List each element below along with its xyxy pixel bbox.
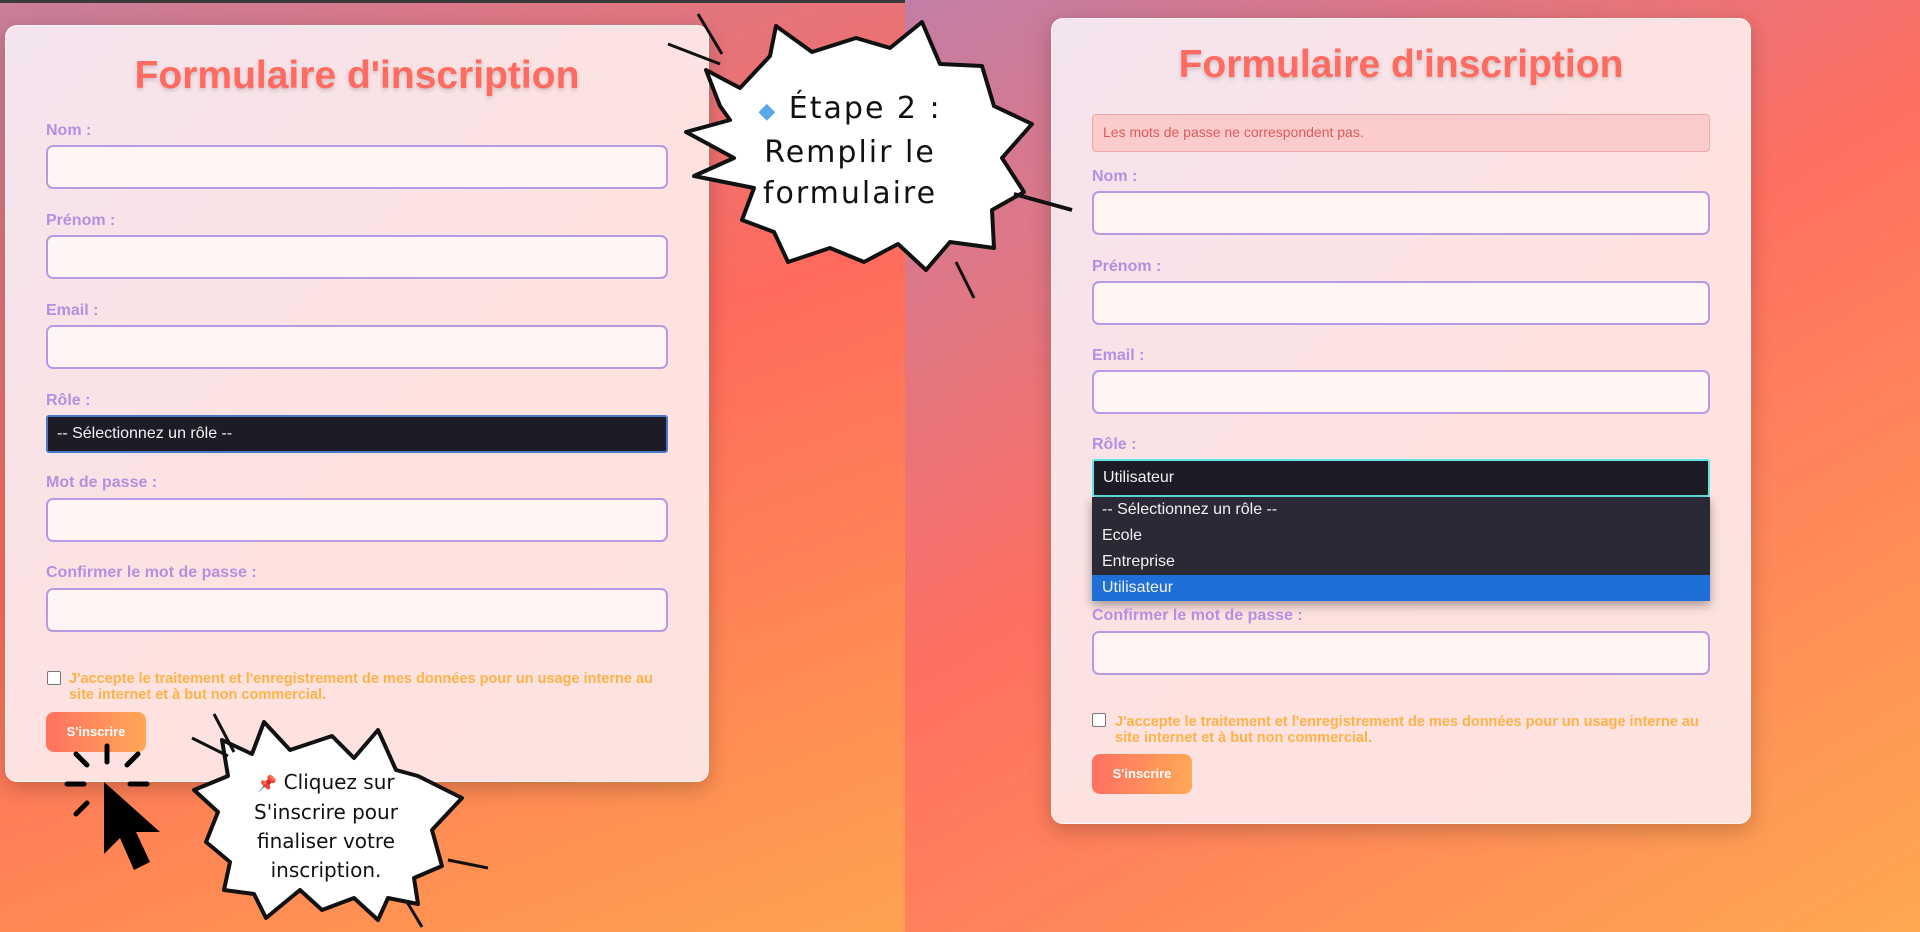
click-cursor-icon bbox=[64, 743, 160, 870]
consent-text: J'accepte le traitement et l'enregistrem… bbox=[69, 671, 653, 703]
password-label: Mot de passe : bbox=[46, 474, 158, 491]
confirm-password-input[interactable] bbox=[46, 588, 668, 632]
password-mismatch-error: Les mots de passe ne correspondent pas. bbox=[1092, 114, 1710, 152]
pin-icon: 📌 bbox=[257, 774, 278, 793]
registration-form-card: Formulaire d'inscription Nom : Prénom : … bbox=[5, 25, 709, 782]
nom-label: Nom : bbox=[46, 122, 92, 139]
step2-line2: Remplir le bbox=[764, 135, 936, 170]
submit-hint-line2: S'inscrire pour bbox=[254, 800, 398, 824]
confirm-password-label: Confirmer le mot de passe : bbox=[46, 564, 257, 581]
submit-hint-line1: Cliquez sur bbox=[283, 770, 395, 794]
submit-hint-line4: inscription. bbox=[270, 858, 382, 882]
prenom-input[interactable] bbox=[46, 235, 668, 279]
prenom-label: Prénom : bbox=[1092, 258, 1162, 275]
role-select[interactable]: -- Sélectionnez un rôle -- bbox=[46, 415, 668, 453]
role-option-ecole[interactable]: Ecole bbox=[1092, 523, 1710, 549]
role-option-placeholder[interactable]: -- Sélectionnez un rôle -- bbox=[1092, 497, 1710, 523]
nom-input[interactable] bbox=[1092, 191, 1710, 235]
nom-label: Nom : bbox=[1092, 168, 1138, 185]
form-title: Formulaire d'inscription bbox=[1178, 43, 1624, 86]
step2-callout: ◆ Étape 2 : Remplir le formulaire bbox=[740, 88, 960, 214]
confirm-password-input[interactable] bbox=[1092, 631, 1710, 675]
consent-text: J'accepte le traitement et l'enregistrem… bbox=[1115, 714, 1699, 746]
role-select[interactable]: Utilisateur bbox=[1092, 459, 1710, 497]
password-input[interactable] bbox=[46, 498, 668, 542]
step2-line3: formulaire bbox=[762, 176, 938, 211]
email-input[interactable] bbox=[1092, 370, 1710, 414]
role-label: Rôle : bbox=[1092, 436, 1137, 453]
registration-form-card: Formulaire d'inscription Les mots de pas… bbox=[1051, 18, 1751, 824]
email-label: Email : bbox=[46, 302, 99, 319]
submit-hint-callout: 📌 Cliquez sur S'inscrire pour finaliser … bbox=[226, 768, 426, 885]
step2-line1: Étape 2 : bbox=[788, 91, 942, 126]
prenom-label: Prénom : bbox=[46, 212, 116, 229]
role-dropdown-list: -- Sélectionnez un rôle -- Ecole Entrepr… bbox=[1092, 497, 1710, 601]
confirm-password-label: Confirmer le mot de passe : bbox=[1092, 607, 1303, 624]
diamond-bullet-icon: ◆ bbox=[758, 99, 778, 124]
consent-checkbox[interactable] bbox=[1092, 713, 1106, 727]
prenom-input[interactable] bbox=[1092, 281, 1710, 325]
form-title: Formulaire d'inscription bbox=[134, 54, 580, 97]
submit-button[interactable]: S'inscrire bbox=[1092, 754, 1192, 794]
role-option-entreprise[interactable]: Entreprise bbox=[1092, 549, 1710, 575]
nom-input[interactable] bbox=[46, 145, 668, 189]
submit-hint-line3: finaliser votre bbox=[257, 829, 395, 853]
role-option-utilisateur[interactable]: Utilisateur bbox=[1092, 575, 1710, 601]
email-input[interactable] bbox=[46, 325, 668, 369]
email-label: Email : bbox=[1092, 347, 1145, 364]
role-label: Rôle : bbox=[46, 392, 91, 409]
consent-checkbox[interactable] bbox=[47, 671, 61, 685]
